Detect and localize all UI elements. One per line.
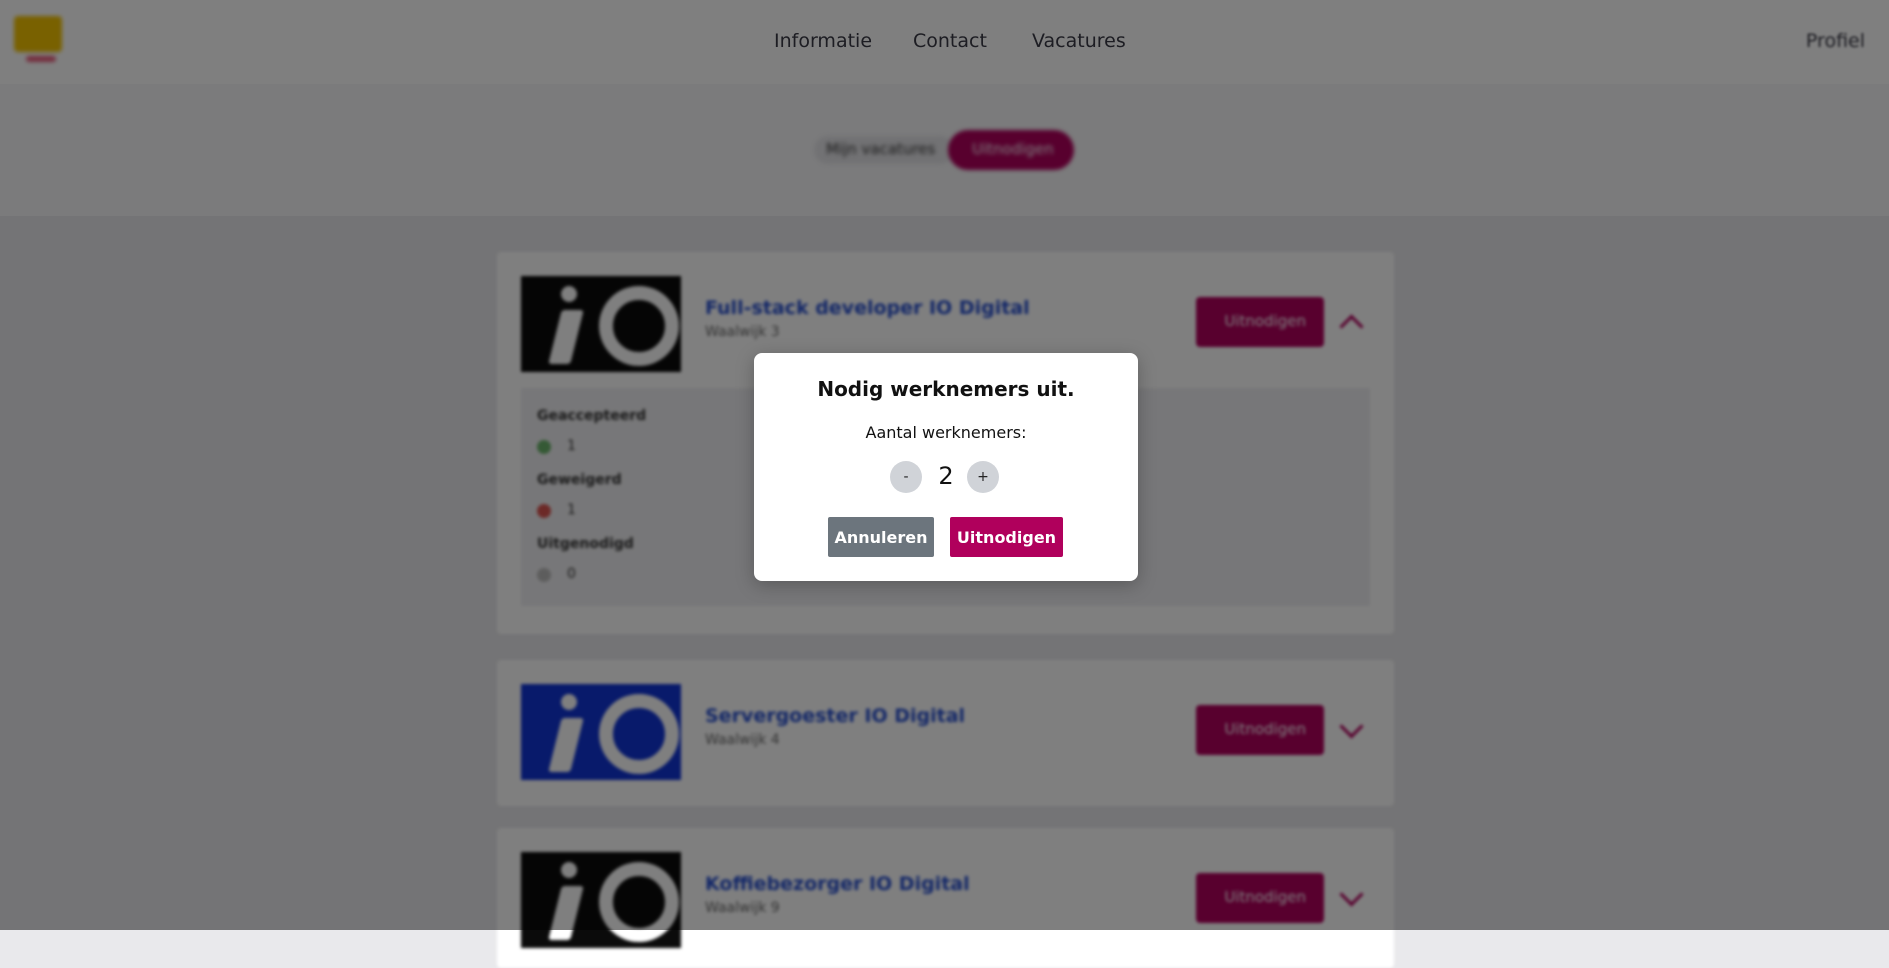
employee-count-value: 2 [938,462,954,490]
modal-title: Nodig werknemers uit. [817,377,1075,401]
invite-modal: Nodig werknemers uit. Aantal werknemers:… [754,353,1138,581]
cancel-button[interactable]: Annuleren [828,517,934,557]
decrement-button[interactable]: - [890,461,922,493]
increment-button[interactable]: + [967,461,999,493]
employee-count-label: Aantal werknemers: [865,423,1027,442]
invite-button[interactable]: Uitnodigen [950,517,1063,557]
